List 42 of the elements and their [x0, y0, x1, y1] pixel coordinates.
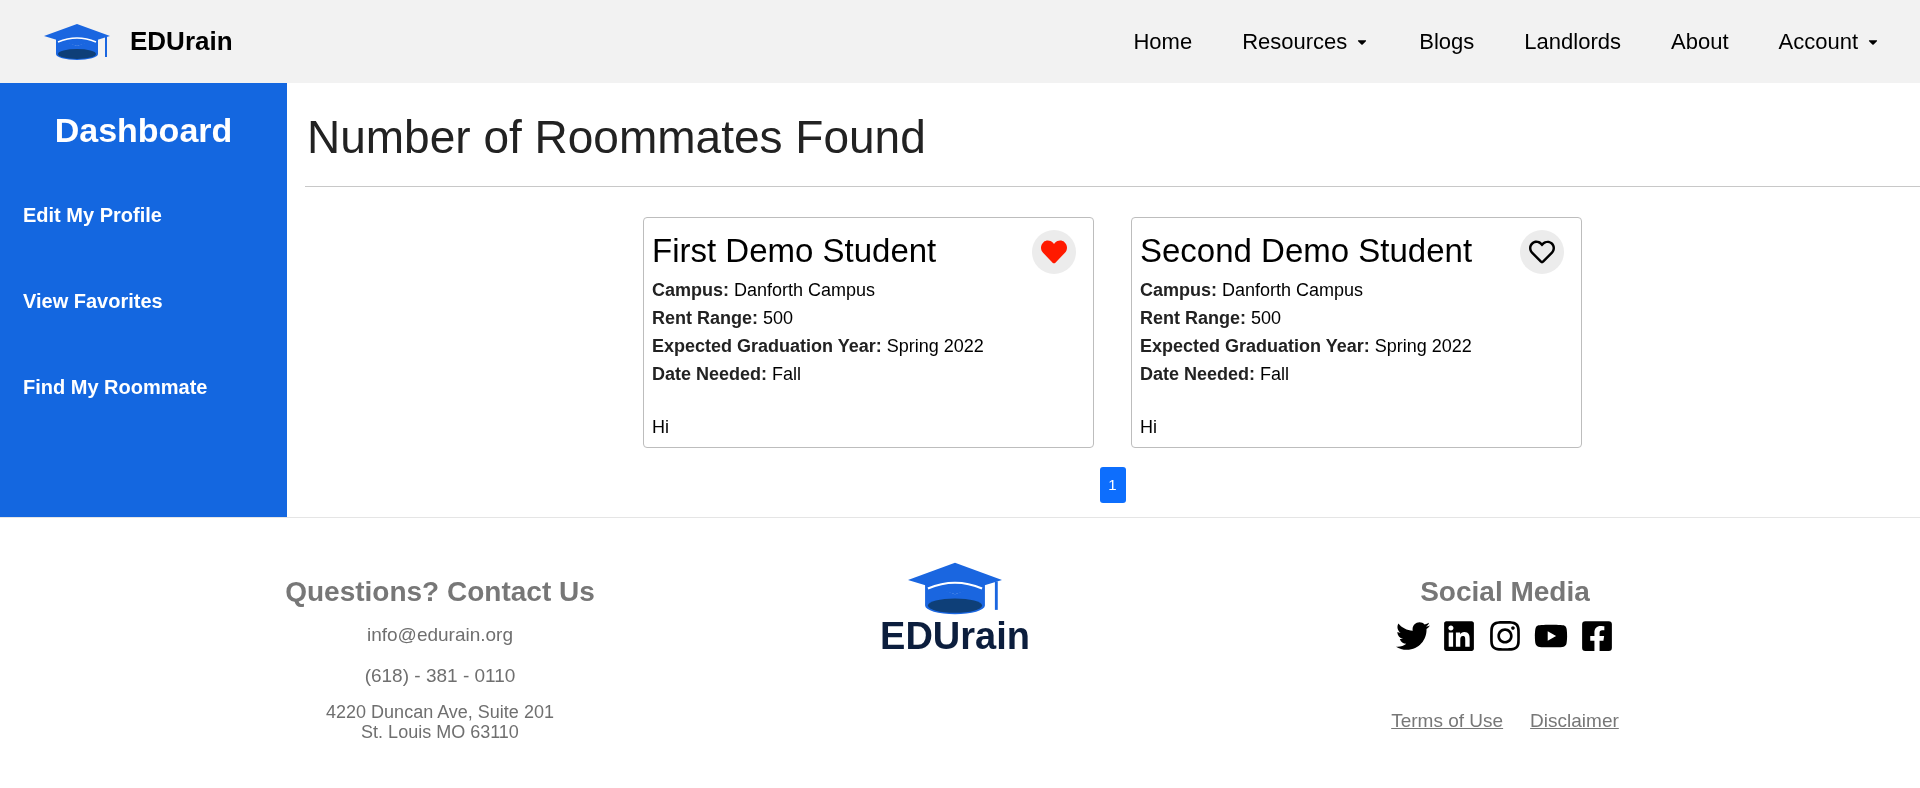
profile-note: Hi: [1140, 416, 1158, 439]
sidebar-link[interactable]: Find My Roommate: [23, 372, 287, 402]
profile-note: Hi: [652, 416, 670, 439]
profile-detail: Rent Range: 500: [1140, 307, 1283, 330]
profile-detail: Date Needed: Fall: [652, 363, 803, 386]
instagram-icon[interactable]: [1488, 619, 1522, 653]
address-line: 4220 Duncan Ave, Suite 201: [326, 702, 554, 722]
page-title: Number of Roommates Found: [306, 110, 927, 165]
sidebar-link[interactable]: View Favorites: [23, 286, 287, 316]
twitter-icon[interactable]: [1396, 619, 1430, 653]
footer-logo-text: EDUrain: [880, 617, 1030, 655]
nav-link[interactable]: About: [1671, 25, 1729, 58]
student-name: First Demo Student: [652, 231, 937, 271]
contact-heading: Questions? Contact Us: [285, 575, 595, 609]
page-button[interactable]: 1: [1099, 467, 1126, 503]
graduation-cap-icon: [42, 21, 112, 62]
nav-link[interactable]: Blogs: [1419, 25, 1475, 58]
nav-link[interactable]: Landlords: [1524, 25, 1621, 58]
favorite-button[interactable]: [1520, 230, 1564, 274]
linkedin-icon[interactable]: [1442, 619, 1476, 653]
nav-link[interactable]: Resources: [1242, 25, 1370, 58]
profile-detail: Expected Graduation Year: Spring 2022: [1140, 335, 1473, 358]
address-line: St. Louis MO 63110: [361, 722, 519, 742]
profile-detail: Expected Graduation Year: Spring 2022: [652, 335, 985, 358]
heart-icon: [1529, 239, 1555, 265]
facebook-icon[interactable]: [1580, 619, 1614, 653]
footer-link[interactable]: Disclaimer: [1530, 707, 1619, 736]
nav-link[interactable]: Home: [1133, 25, 1193, 58]
heart-icon: [1041, 239, 1067, 265]
profile-detail: Date Needed: Fall: [1140, 363, 1291, 386]
email-link[interactable]: info@edurain.org: [366, 621, 513, 650]
nav-link[interactable]: Account: [1778, 25, 1880, 58]
student-name: Second Demo Student: [1140, 231, 1473, 271]
profile-detail: Campus: Danforth Campus: [652, 279, 877, 302]
footer-link[interactable]: Terms of Use: [1391, 707, 1504, 736]
profile-detail: Rent Range: 500: [652, 307, 795, 330]
sidebar-title: Dashboard: [53, 110, 234, 151]
social-heading: Social Media: [1420, 575, 1590, 609]
phone-number: (618) - 381 - 0110: [364, 663, 516, 688]
logo-text[interactable]: EDUrain: [130, 22, 233, 61]
profile-detail: Campus: Danforth Campus: [1140, 279, 1365, 302]
sidebar-link[interactable]: Edit My Profile: [23, 200, 287, 230]
